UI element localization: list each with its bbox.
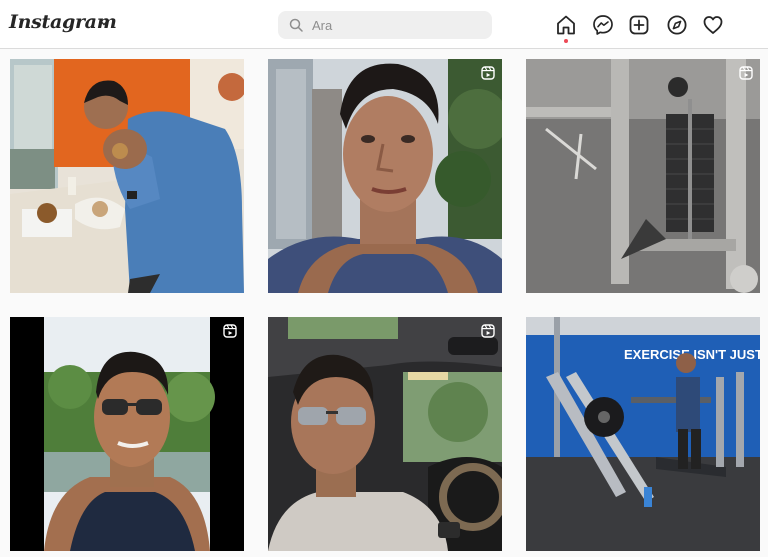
search-input[interactable]	[312, 11, 482, 39]
post-thumbnail-3[interactable]	[526, 59, 760, 293]
new-post-icon[interactable]	[628, 14, 650, 36]
search-box[interactable]	[278, 11, 492, 39]
reel-icon	[739, 66, 753, 80]
search-icon	[289, 18, 303, 32]
reel-icon	[481, 66, 495, 80]
post-thumbnail-4[interactable]	[10, 317, 244, 551]
chevron-down-icon[interactable]	[99, 18, 109, 28]
reel-icon	[223, 324, 237, 338]
post-photo	[268, 317, 502, 551]
activity-heart-icon[interactable]	[702, 14, 724, 36]
post-photo	[268, 59, 502, 293]
messenger-icon[interactable]	[592, 14, 614, 36]
post-thumbnail-2[interactable]	[268, 59, 502, 293]
post-photo	[10, 59, 244, 293]
profile-post-grid: EXERCISE ISN'T JUST FOR MOOD	[0, 49, 768, 557]
home-icon[interactable]	[555, 14, 577, 36]
explore-icon[interactable]	[666, 14, 688, 36]
reel-icon	[481, 324, 495, 338]
top-nav-bar: Instagram	[0, 0, 768, 49]
post-thumbnail-1[interactable]	[10, 59, 244, 293]
post-thumbnail-5[interactable]	[268, 317, 502, 551]
post-thumbnail-6[interactable]: EXERCISE ISN'T JUST FOR MOOD	[526, 317, 760, 551]
post-photo: EXERCISE ISN'T JUST FOR MOOD	[526, 317, 760, 551]
post-photo	[526, 59, 760, 293]
notification-dot	[564, 39, 568, 43]
post-photo	[10, 317, 244, 551]
